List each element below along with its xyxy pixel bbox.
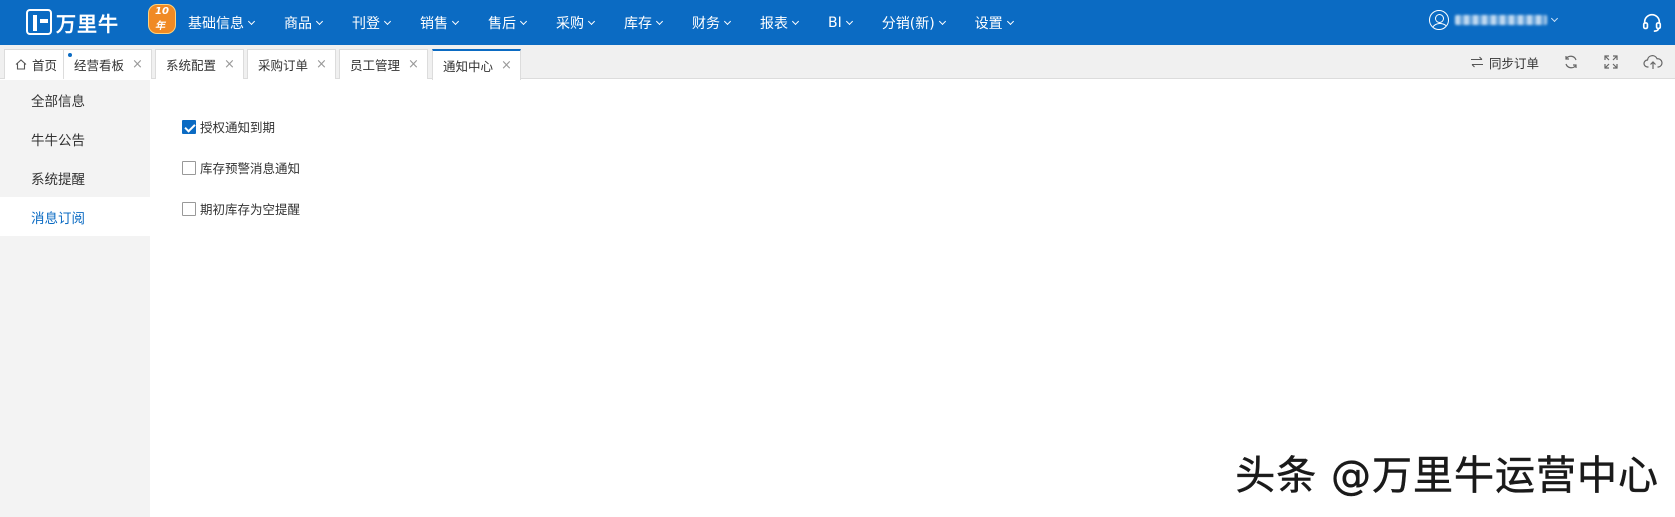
checkbox-unchecked[interactable] <box>182 201 196 216</box>
nav-item-distribution[interactable]: 分销(新) <box>882 13 946 33</box>
chevron-down-icon <box>845 17 853 25</box>
tab-purchase-orders[interactable]: 采购订单 × <box>247 49 336 79</box>
nav-item-settings[interactable]: 设置 <box>975 13 1014 33</box>
tab-staff-management[interactable]: 员工管理 × <box>339 49 428 79</box>
sync-icon <box>1470 56 1483 68</box>
anniversary-badge: 10年 <box>148 4 176 34</box>
app-logo[interactable]: 万里牛 10年 <box>26 4 176 38</box>
chevron-down-icon <box>587 17 596 25</box>
chevron-down-icon <box>1006 17 1014 25</box>
tab-notification-center[interactable]: 通知中心 × <box>432 49 521 80</box>
chevron-down-icon <box>938 17 946 25</box>
main-menu: 基础信息 商品 刊登 销售 售后 采购 库存 财务 报表 BI 分销(新) 设置 <box>188 0 1043 45</box>
tab-home[interactable]: 首页 <box>4 49 67 79</box>
tab-business-dashboard[interactable]: 经营看板 × <box>63 49 152 79</box>
home-icon <box>15 59 27 70</box>
close-icon[interactable]: × <box>408 57 419 72</box>
top-navigation-bar: 万里牛 10年 基础信息 商品 刊登 销售 售后 采购 库存 财务 报表 BI … <box>0 0 1675 45</box>
nav-item-reports[interactable]: 报表 <box>760 13 800 33</box>
nav-item-basic-info[interactable]: 基础信息 <box>188 13 256 33</box>
nav-item-after-sales[interactable]: 售后 <box>488 13 528 33</box>
notification-sidebar: 全部信息 牛牛公告 系统提醒 消息订阅 <box>0 80 150 517</box>
chevron-down-icon <box>315 17 324 25</box>
sidebar-item-system-reminders[interactable]: 系统提醒 <box>0 158 150 197</box>
tab-bar: 首页 经营看板 × 系统配置 × 采购订单 × 员工管理 × 通知中心 × <box>0 45 1675 80</box>
checkbox-checked[interactable] <box>182 119 196 134</box>
tab-toolbar: 同步订单 <box>1470 45 1675 79</box>
subscription-inventory-warning[interactable]: 库存预警消息通知 <box>182 158 300 177</box>
headset-icon[interactable] <box>1641 11 1663 33</box>
tab-system-config[interactable]: 系统配置 × <box>155 49 244 79</box>
chevron-down-icon <box>655 17 664 25</box>
subscription-auth-expiry[interactable]: 授权通知到期 <box>182 117 275 136</box>
chevron-down-icon <box>383 17 392 25</box>
close-icon[interactable]: × <box>224 57 235 72</box>
sidebar-item-all-messages[interactable]: 全部信息 <box>0 80 150 119</box>
user-name-blurred <box>1455 15 1547 25</box>
subscription-opening-stock-empty[interactable]: 期初库存为空提醒 <box>182 199 300 218</box>
nav-item-inventory[interactable]: 库存 <box>624 13 664 33</box>
checkbox-unchecked[interactable] <box>182 160 196 175</box>
chevron-down-icon <box>519 17 528 25</box>
nav-item-sales[interactable]: 销售 <box>420 13 460 33</box>
logo-text: 万里牛 <box>56 11 119 36</box>
cloud-upload-icon[interactable] <box>1643 53 1663 71</box>
user-menu[interactable] <box>1429 10 1559 30</box>
chevron-down-icon <box>451 17 460 25</box>
refresh-icon[interactable] <box>1563 54 1579 70</box>
nav-item-products[interactable]: 商品 <box>284 13 324 33</box>
logo-mark-icon <box>26 9 52 35</box>
close-icon[interactable]: × <box>501 58 512 73</box>
chevron-down-icon <box>247 17 256 25</box>
chevron-down-icon <box>1550 14 1559 23</box>
nav-item-listing[interactable]: 刊登 <box>352 13 392 33</box>
sidebar-item-message-subscription[interactable]: 消息订阅 <box>0 197 150 236</box>
sidebar-item-announcements[interactable]: 牛牛公告 <box>0 119 150 158</box>
fullscreen-icon[interactable] <box>1603 54 1619 70</box>
nav-item-bi[interactable]: BI <box>828 15 853 31</box>
unread-dot <box>68 53 72 57</box>
chevron-down-icon <box>723 17 732 25</box>
close-icon[interactable]: × <box>316 57 327 72</box>
close-icon[interactable]: × <box>132 57 143 72</box>
nav-item-purchasing[interactable]: 采购 <box>556 13 596 33</box>
nav-item-finance[interactable]: 财务 <box>692 13 732 33</box>
user-circle-icon <box>1429 10 1449 30</box>
sync-orders-button[interactable]: 同步订单 <box>1470 53 1539 72</box>
watermark: 头条 @万里牛运营中心 <box>1235 453 1659 500</box>
subscription-panel: 授权通知到期 库存预警消息通知 期初库存为空提醒 头条 @万里牛运营中心 <box>150 80 1675 517</box>
chevron-down-icon <box>791 17 800 25</box>
